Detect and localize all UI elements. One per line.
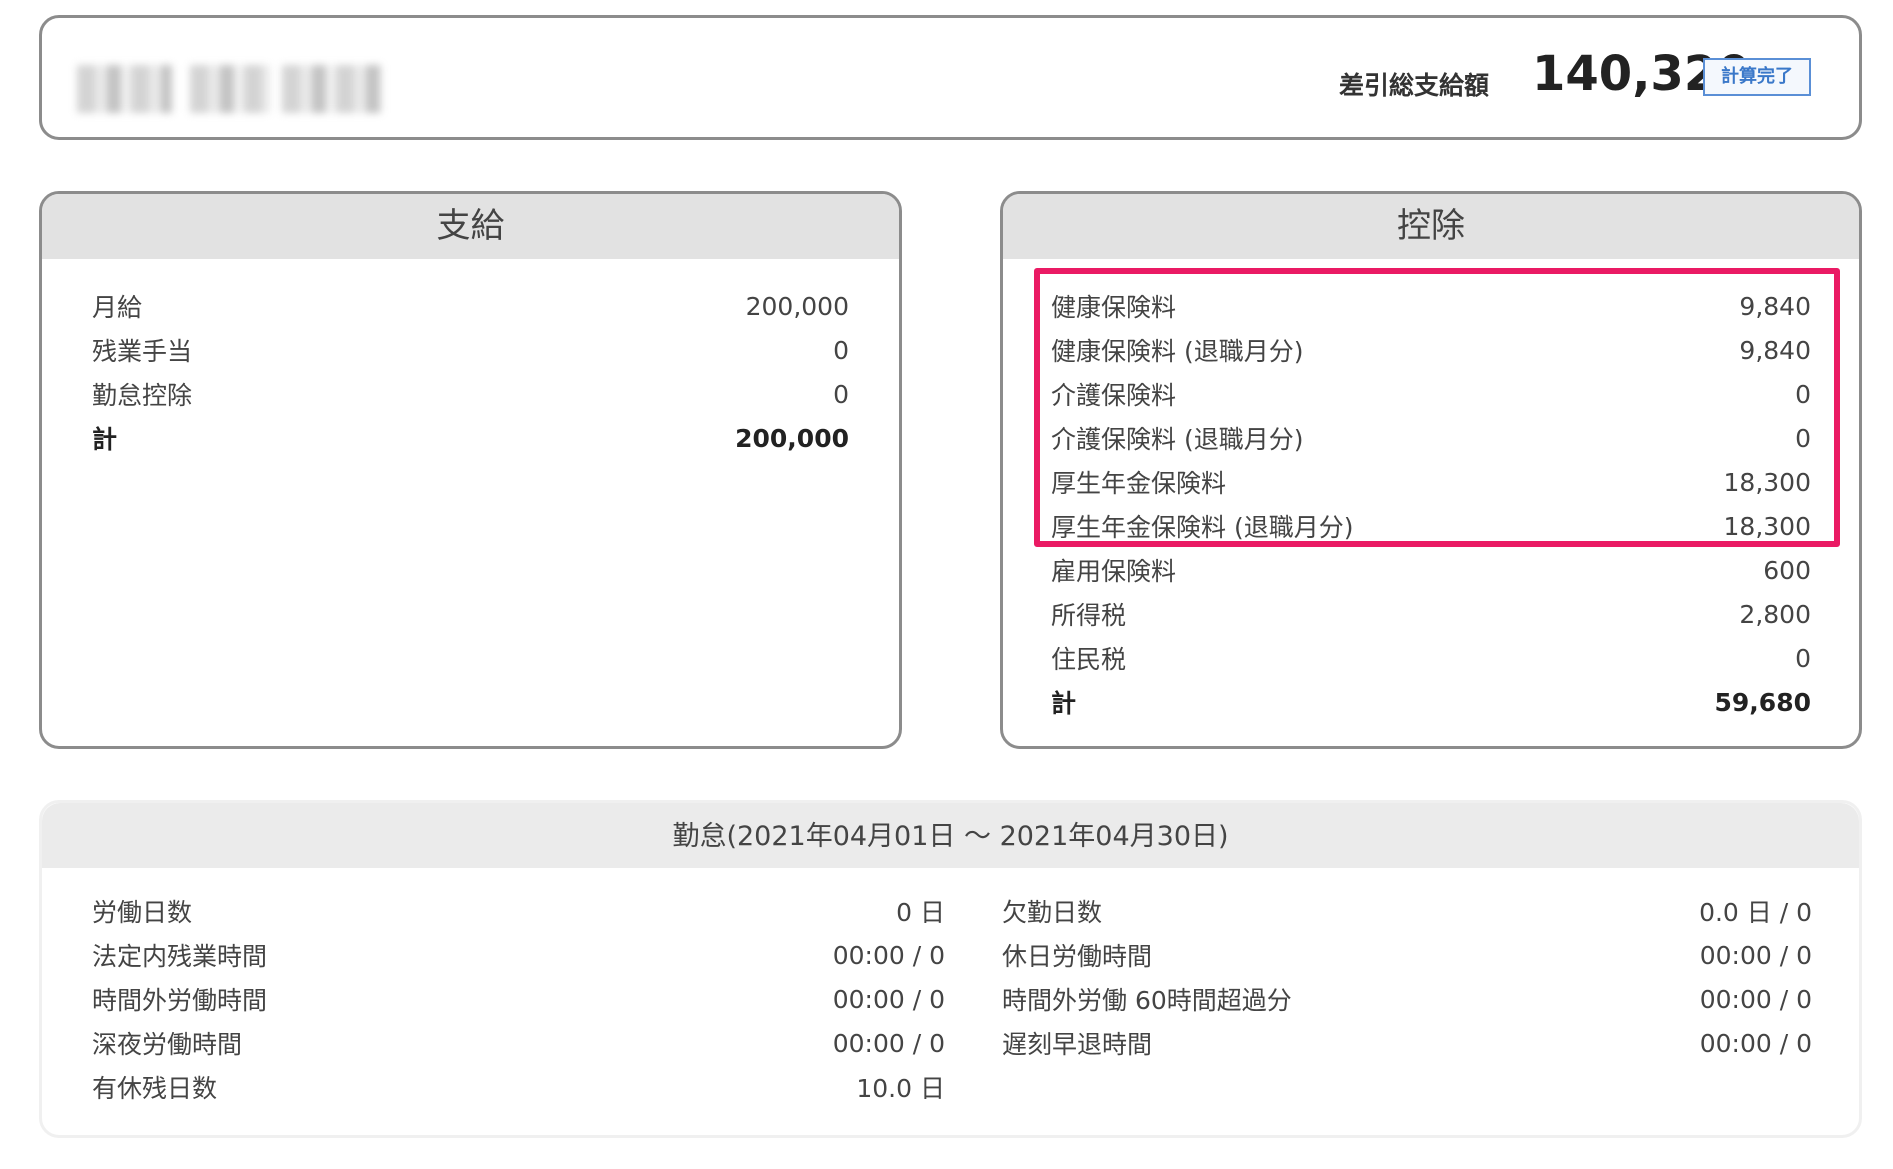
attendance-panel: 勤怠(2021年04月01日 〜 2021年04月30日) 労働日数 0 日 法…	[39, 800, 1862, 1138]
row-label: 休日労働時間	[1002, 942, 1153, 971]
row-label: 所得税	[1051, 601, 1127, 630]
attendance-row: 労働日数 0 日	[92, 889, 945, 933]
row-value: 0	[1795, 643, 1811, 673]
redacted-employee-name	[77, 65, 172, 113]
row-value: 9,840	[1739, 335, 1811, 365]
row-value: 0.0 日 / 0	[1699, 898, 1812, 927]
attendance-row: 深夜労働時間 00:00 / 0	[92, 1021, 945, 1065]
row-value: 0 日	[896, 898, 945, 927]
deduction-row: 厚生年金保険料 18,300	[1051, 460, 1811, 504]
payment-row: 残業手当 0	[92, 328, 849, 372]
row-label: 時間外労働 60時間超過分	[1002, 986, 1292, 1015]
row-value: 00:00 / 0	[832, 1028, 945, 1058]
deduction-row: 健康保険料 (退職月分) 9,840	[1051, 328, 1811, 372]
row-value: 18,300	[1723, 467, 1811, 497]
total-label: 計	[1051, 689, 1077, 718]
row-value: 00:00 / 0	[832, 940, 945, 970]
row-label: 厚生年金保険料 (退職月分)	[1051, 513, 1354, 542]
attendance-row: 遅刻早退時間 00:00 / 0	[1002, 1021, 1812, 1065]
row-value: 0	[1795, 379, 1811, 409]
deduction-row: 介護保険料 (退職月分) 0	[1051, 416, 1811, 460]
row-value: 0	[833, 335, 849, 365]
status-badge: 計算完了	[1703, 58, 1811, 96]
attendance-title: 勤怠(2021年04月01日 〜 2021年04月30日)	[42, 803, 1859, 868]
row-label: 介護保険料 (退職月分)	[1051, 425, 1304, 454]
deduction-row: 住民税 0	[1051, 636, 1811, 680]
row-label: 月給	[92, 293, 143, 322]
payments-panel: 支給 月給 200,000 残業手当 0 勤怠控除 0 計 200,000	[39, 191, 902, 749]
row-label: 遅刻早退時間	[1002, 1030, 1153, 1059]
row-value: 600	[1763, 555, 1811, 585]
row-label: 法定内残業時間	[92, 942, 268, 971]
payments-list: 月給 200,000 残業手当 0 勤怠控除 0 計 200,000	[92, 284, 849, 460]
row-value: 00:00 / 0	[1699, 984, 1812, 1014]
row-label: 時間外労働時間	[92, 986, 268, 1015]
row-label: 有休残日数	[92, 1074, 218, 1103]
row-value: 9,840	[1739, 291, 1811, 321]
attendance-row: 時間外労働 60時間超過分 00:00 / 0	[1002, 977, 1812, 1021]
deduction-row: 雇用保険料 600	[1051, 548, 1811, 592]
row-value: 2,800	[1739, 599, 1811, 629]
row-label: 残業手当	[92, 337, 193, 366]
row-label: 健康保険料 (退職月分)	[1051, 337, 1304, 366]
redacted-employee-name	[190, 65, 270, 113]
payment-total-row: 計 200,000	[92, 416, 849, 460]
row-label: 深夜労働時間	[92, 1030, 243, 1059]
deduction-row: 所得税 2,800	[1051, 592, 1811, 636]
row-value: 00:00 / 0	[832, 984, 945, 1014]
row-value: 200,000	[745, 291, 849, 321]
attendance-row: 休日労働時間 00:00 / 0	[1002, 933, 1812, 977]
row-label: 厚生年金保険料	[1051, 469, 1227, 498]
attendance-row: 欠勤日数 0.0 日 / 0	[1002, 889, 1812, 933]
deductions-list: 健康保険料 9,840 健康保険料 (退職月分) 9,840 介護保険料 0 介…	[1051, 284, 1811, 724]
row-label: 労働日数	[92, 898, 193, 927]
attendance-row: 有休残日数 10.0 日	[92, 1065, 945, 1109]
total-value: 200,000	[735, 423, 849, 453]
row-value: 10.0 日	[856, 1074, 945, 1103]
deductions-title: 控除	[1003, 194, 1859, 259]
row-label: 住民税	[1051, 645, 1127, 674]
row-value: 0	[1795, 423, 1811, 453]
attendance-row: 時間外労働時間 00:00 / 0	[92, 977, 945, 1021]
row-label: 勤怠控除	[92, 381, 193, 410]
deduction-row: 介護保険料 0	[1051, 372, 1811, 416]
net-pay-label: 差引総支給額	[1339, 71, 1490, 100]
attendance-left-column: 労働日数 0 日 法定内残業時間 00:00 / 0 時間外労働時間 00:00…	[92, 889, 945, 1109]
row-label: 介護保険料	[1051, 381, 1177, 410]
deduction-row: 厚生年金保険料 (退職月分) 18,300	[1051, 504, 1811, 548]
deduction-total-row: 計 59,680	[1051, 680, 1811, 724]
attendance-right-column: 欠勤日数 0.0 日 / 0 休日労働時間 00:00 / 0 時間外労働 60…	[1002, 889, 1812, 1065]
deductions-panel: 控除 健康保険料 9,840 健康保険料 (退職月分) 9,840 介護保険料 …	[1000, 191, 1862, 749]
deduction-row: 健康保険料 9,840	[1051, 284, 1811, 328]
row-value: 00:00 / 0	[1699, 940, 1812, 970]
summary-header: 差引総支給額 140,320 計算完了	[39, 15, 1862, 140]
payments-title: 支給	[42, 194, 899, 259]
row-value: 18,300	[1723, 511, 1811, 541]
row-label: 欠勤日数	[1002, 898, 1103, 927]
row-value: 00:00 / 0	[1699, 1028, 1812, 1058]
row-value: 0	[833, 379, 849, 409]
payment-row: 勤怠控除 0	[92, 372, 849, 416]
row-label: 健康保険料	[1051, 293, 1177, 322]
attendance-row: 法定内残業時間 00:00 / 0	[92, 933, 945, 977]
total-value: 59,680	[1714, 687, 1811, 717]
payment-row: 月給 200,000	[92, 284, 849, 328]
total-label: 計	[92, 425, 118, 454]
redacted-employee-name	[282, 65, 382, 113]
row-label: 雇用保険料	[1051, 557, 1177, 586]
